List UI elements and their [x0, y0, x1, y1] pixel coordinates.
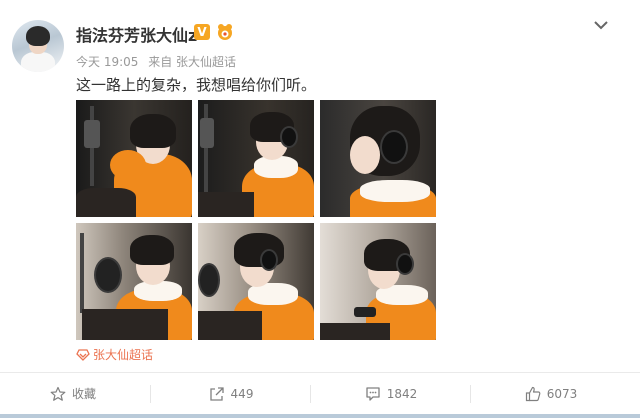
star-icon	[50, 386, 66, 401]
chevron-down-icon[interactable]	[592, 18, 610, 32]
repost-button[interactable]: 449	[158, 373, 304, 414]
comment-count: 1842	[386, 386, 418, 401]
super-topic-icon	[76, 349, 90, 361]
repost-count: 449	[230, 386, 254, 401]
like-count: 6073	[546, 386, 578, 401]
favorite-button[interactable]: 收藏	[0, 373, 146, 414]
post-meta: 今天 19:05 来自 张大仙超话	[76, 53, 242, 70]
photo-6[interactable]	[320, 223, 436, 340]
favorite-label: 收藏	[71, 387, 96, 401]
post-text: 这一路上的复杂，我想唱给你们听。	[76, 76, 317, 94]
like-button[interactable]: 6073	[478, 373, 624, 414]
photo-3[interactable]	[320, 100, 436, 217]
author-name[interactable]: 指法芬芳张大仙z	[76, 22, 197, 46]
comment-button[interactable]: 1842	[318, 373, 464, 414]
photo-4[interactable]	[76, 223, 192, 340]
topic-label: 张大仙超话	[93, 348, 154, 362]
action-separator	[310, 385, 311, 403]
verified-badge: V	[194, 24, 210, 40]
action-bar: 收藏 449 1842 6073	[0, 373, 640, 414]
weibo-post-card: 指法芬芳张大仙z V 今天 19:05 来自 张大仙超话 这一路上的复杂，我想唱…	[0, 0, 640, 418]
action-separator	[470, 385, 471, 403]
post-source[interactable]: 来自 张大仙超话	[148, 55, 236, 69]
share-icon	[209, 386, 224, 401]
bottom-edge	[0, 414, 640, 418]
comment-icon	[366, 386, 380, 401]
thumbs-up-icon	[525, 386, 541, 401]
fan-club-icon[interactable]	[215, 23, 235, 41]
post-time[interactable]: 今天 19:05	[76, 55, 138, 69]
topic-link[interactable]: 张大仙超话	[76, 346, 153, 363]
image-grid	[76, 100, 436, 340]
action-separator	[150, 385, 151, 403]
photo-1[interactable]	[76, 100, 192, 217]
photo-2[interactable]	[198, 100, 314, 217]
photo-5[interactable]	[198, 223, 314, 340]
avatar[interactable]	[12, 20, 64, 72]
